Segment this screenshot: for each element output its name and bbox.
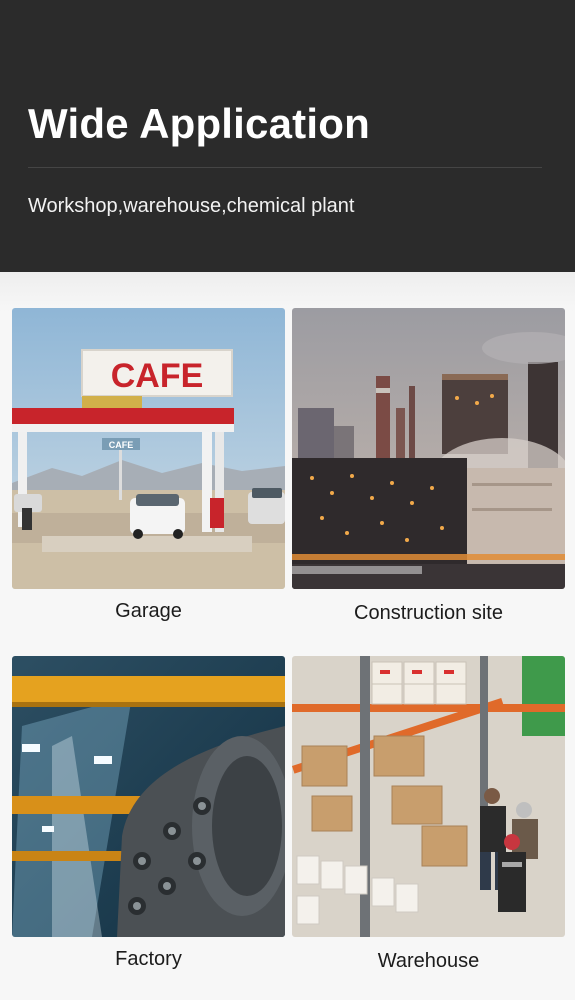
caption-factory: Factory	[115, 948, 182, 970]
card-construction-site: Construction site	[292, 308, 565, 624]
card-warehouse: Warehouse	[292, 656, 565, 972]
caption-construction-site: Construction site	[354, 602, 503, 624]
title-divider	[28, 167, 542, 168]
small-cafe-sign: CAFE	[109, 440, 134, 450]
card-factory: Factory	[12, 656, 285, 970]
caption-garage: Garage	[115, 600, 182, 622]
page-subtitle: Workshop,warehouse,chemical plant	[28, 195, 355, 217]
page-title: Wide Application	[28, 100, 370, 147]
header-banner: Wide Application Workshop,warehouse,chem…	[0, 0, 575, 272]
garage-photo: CAFE CAFE	[12, 308, 285, 589]
construction-site-photo	[292, 308, 565, 589]
card-garage: CAFE CAFE Garage	[12, 308, 285, 622]
caption-warehouse: Warehouse	[377, 950, 480, 972]
cafe-sign-text: CAFE	[111, 357, 204, 395]
application-grid: CAFE CAFE Garage Construction site Facto…	[0, 272, 575, 1000]
warehouse-photo	[292, 656, 565, 937]
factory-photo	[12, 656, 285, 937]
